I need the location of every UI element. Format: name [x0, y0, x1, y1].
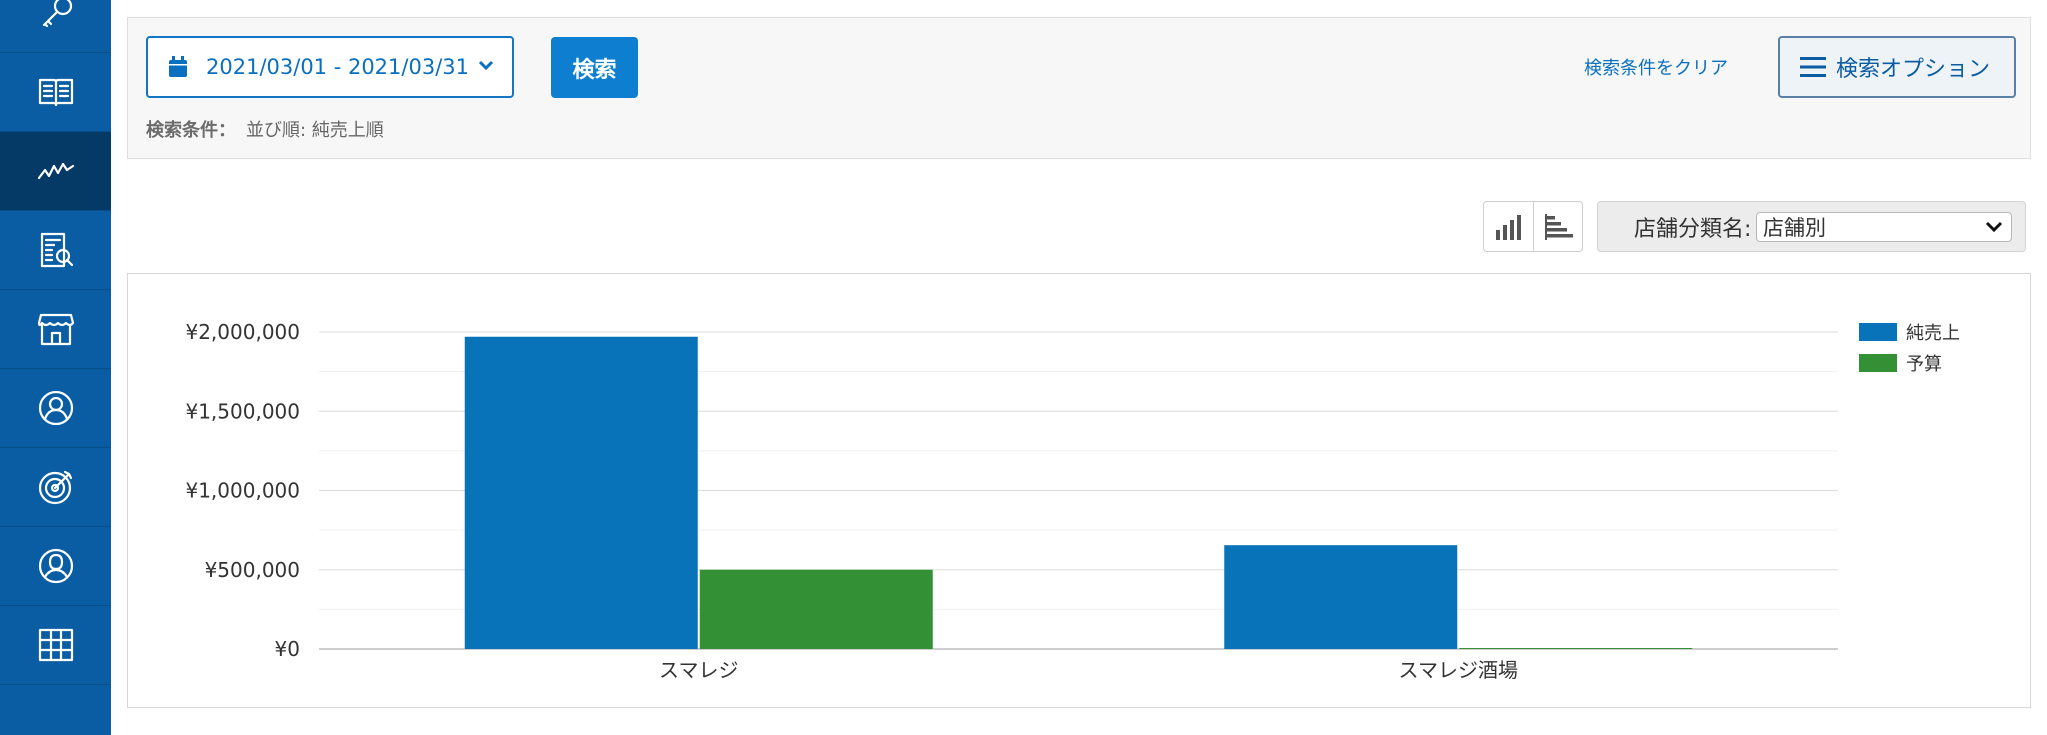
store-icon	[37, 313, 74, 346]
store-category-selected: 店舗別	[1763, 216, 1826, 240]
bar-budget	[1459, 648, 1693, 649]
book-icon	[38, 78, 73, 107]
key-icon	[42, 0, 72, 28]
y-tick-label: ¥1,500,000	[185, 399, 300, 423]
chevron-down-icon	[478, 60, 494, 71]
search-options-button[interactable]: 検索オプション	[1778, 36, 2016, 98]
x-tick-label: スマレジ	[659, 658, 738, 682]
legend-swatch	[1859, 323, 1897, 341]
sales-chart: ¥0 ¥500,000 ¥1,000,000 ¥1,500,000 ¥2,000,000…	[127, 273, 2031, 708]
grid-gift-icon	[38, 628, 73, 662]
criteria-label: 検索条件：	[146, 120, 236, 141]
bar-sales	[464, 336, 698, 649]
customer-icon	[38, 548, 73, 584]
sidebar-item-target[interactable]	[0, 448, 111, 527]
x-tick-label: スマレジ酒場	[1399, 658, 1518, 682]
search-button[interactable]: 検索	[551, 37, 638, 98]
y-tick-label: ¥2,000,000	[185, 320, 300, 344]
sidebar-item-book[interactable]	[0, 53, 111, 132]
sidebar-item-sales-analysis[interactable]	[0, 132, 111, 211]
legend-label: 純売上	[1906, 323, 1960, 344]
report-search-icon	[40, 232, 73, 268]
store-category-filter: 店舗分類名: 店舗別	[1597, 201, 2026, 252]
store-category-label: 店舗分類名:	[1634, 216, 1752, 242]
y-tick-label: ¥500,000	[205, 558, 300, 582]
sidebar-item-report-search[interactable]	[0, 211, 111, 290]
chart-view-toggle	[1483, 201, 1583, 252]
bar-sales	[1224, 545, 1458, 649]
store-category-select[interactable]: 店舗別	[1756, 212, 2012, 242]
y-tick-label: ¥0	[275, 637, 300, 661]
calendar-icon	[169, 56, 187, 77]
chart-line-icon	[37, 162, 74, 180]
person-circle-icon	[38, 390, 73, 426]
sidebar	[0, 0, 111, 735]
legend-label: 予算	[1906, 354, 1942, 375]
target-icon	[38, 470, 72, 505]
horizontal-bar-view-button[interactable]	[1532, 202, 1583, 251]
sidebar-item-grid[interactable]	[0, 606, 111, 685]
horizontal-bar-chart-icon	[1544, 213, 1573, 240]
sidebar-item-staff[interactable]	[0, 369, 111, 448]
menu-icon	[1800, 57, 1826, 77]
search-panel: 2021/03/01 - 2021/03/31 検索 検索条件をクリア 検索オプ…	[127, 17, 2031, 159]
sidebar-item-customer[interactable]	[0, 527, 111, 606]
criteria-value: 並び順: 純売上順	[246, 120, 384, 141]
bar-budget	[699, 569, 933, 649]
search-criteria: 検索条件： 並び順: 純売上順	[146, 116, 384, 142]
bar-chart-svg: ¥0 ¥500,000 ¥1,000,000 ¥1,500,000 ¥2,000,000…	[185, 320, 1960, 682]
search-options-label: 検索オプション	[1836, 57, 1991, 82]
date-range-picker[interactable]: 2021/03/01 - 2021/03/31	[146, 36, 514, 98]
legend-swatch	[1859, 354, 1897, 372]
date-range-value: 2021/03/01 - 2021/03/31	[206, 55, 470, 79]
y-tick-label: ¥1,000,000	[185, 479, 300, 503]
sidebar-item-store[interactable]	[0, 290, 111, 369]
clear-conditions-link[interactable]: 検索条件をクリア	[1584, 54, 1728, 80]
vertical-bar-view-button[interactable]	[1484, 202, 1533, 251]
chevron-down-icon	[1985, 221, 2003, 233]
sidebar-item-key[interactable]	[0, 0, 111, 53]
vertical-bar-chart-icon	[1496, 214, 1522, 240]
